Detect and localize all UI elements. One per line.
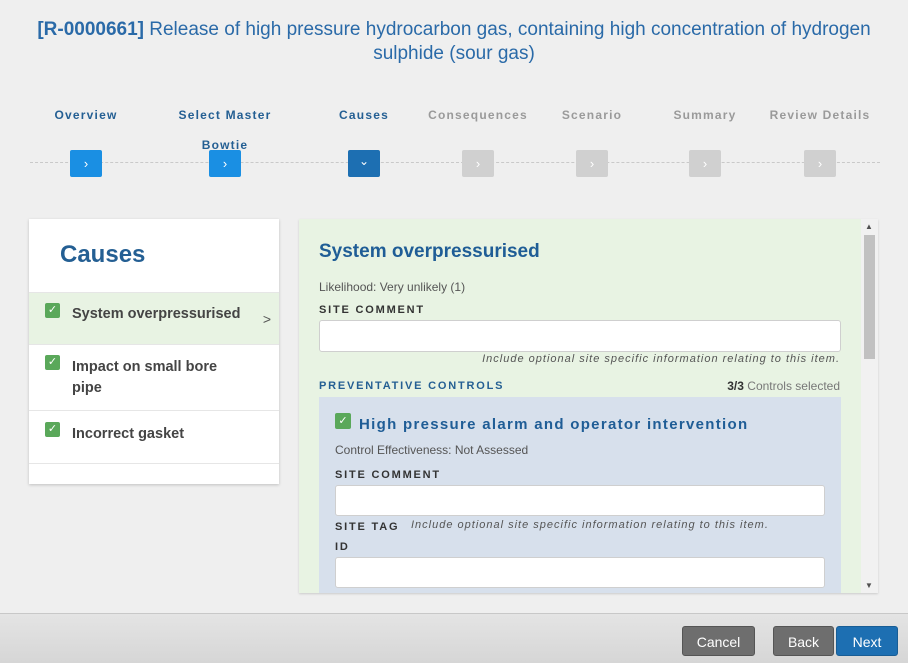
step-overview[interactable]: Overview › xyxy=(16,100,156,177)
cause-item-incorrect-gasket[interactable]: ✓ Incorrect gasket xyxy=(29,410,279,464)
controls-selected-text: Controls selected xyxy=(747,379,840,393)
site-tag-id-input[interactable] xyxy=(335,557,825,588)
step-review-details: Review Details › xyxy=(750,100,890,177)
wizard-steps: Overview › Select Master Bowtie › Causes ⌄ Con… xyxy=(0,100,908,190)
cause-label: Incorrect gasket xyxy=(72,426,185,442)
cause-label: System overpressurised xyxy=(72,306,241,322)
control-card: ✓ High pressure alarm and operator inter… xyxy=(319,397,841,593)
control-site-comment-label: SITE COMMENT xyxy=(335,469,441,481)
cause-item-impact-on-small-bore-pipe[interactable]: ✓ Impact on small bore pipe xyxy=(29,344,279,411)
control-effectiveness: Control Effectiveness: Not Assessed xyxy=(335,443,529,457)
step-select-master-bowtie[interactable]: Select Master Bowtie › xyxy=(155,100,295,177)
record-id: [R-0000661] xyxy=(37,19,144,40)
likelihood-text: Likelihood: Very unlikely (1) xyxy=(319,280,466,294)
chevron-right-icon[interactable]: › xyxy=(70,150,102,177)
steps-connector xyxy=(30,162,880,163)
footer-bar: Cancel Back Next xyxy=(0,613,908,663)
chevron-down-icon[interactable]: ⌄ xyxy=(348,150,380,177)
controls-selected-number: 3/3 xyxy=(727,379,744,393)
site-tag-label: SITE TAG xyxy=(335,521,400,533)
site-comment-label: SITE COMMENT xyxy=(319,304,425,316)
scroll-thumb[interactable] xyxy=(864,235,875,359)
chevron-right-icon: › xyxy=(576,150,608,177)
cause-item-system-overpressurised[interactable]: ✓ System overpressurised > xyxy=(29,292,279,344)
cause-detail-panel: System overpressurised Likelihood: Very … xyxy=(299,219,878,593)
checkbox-checked-icon[interactable]: ✓ xyxy=(45,303,60,318)
site-comment-hint: Include optional site specific informati… xyxy=(482,353,840,365)
chevron-right-icon[interactable]: › xyxy=(209,150,241,177)
cause-detail-title: System overpressurised xyxy=(319,241,540,262)
scroll-up-icon[interactable]: ▲ xyxy=(865,222,873,231)
step-label: Overview xyxy=(54,108,118,122)
chevron-right-icon: › xyxy=(462,150,494,177)
record-title: Release of high pressure hydrocarbon gas… xyxy=(149,19,871,64)
scroll-down-icon[interactable]: ▼ xyxy=(865,581,873,590)
cause-label: Impact on small bore pipe xyxy=(72,359,218,396)
checkbox-checked-icon[interactable]: ✓ xyxy=(335,413,351,429)
control-site-comment-input[interactable] xyxy=(335,485,825,516)
chevron-right-icon: > xyxy=(262,311,271,327)
step-label: Review Details xyxy=(769,108,871,122)
checkbox-checked-icon[interactable]: ✓ xyxy=(45,355,60,370)
control-title: High pressure alarm and operator interve… xyxy=(359,416,749,433)
site-comment-input[interactable] xyxy=(319,320,841,352)
id-label: ID xyxy=(335,541,350,553)
preventative-controls-label: PREVENTATIVE CONTROLS xyxy=(319,380,505,392)
step-label: Select Master Bowtie xyxy=(178,108,272,152)
causes-panel: Causes ✓ System overpressurised > ✓ Impa… xyxy=(29,219,279,484)
chevron-right-icon: › xyxy=(689,150,721,177)
back-button[interactable]: Back xyxy=(773,626,834,656)
page-title: [R-0000661] Release of high pressure hyd… xyxy=(20,18,888,66)
checkbox-checked-icon[interactable]: ✓ xyxy=(45,422,60,437)
detail-scrollbar[interactable]: ▲ ▼ xyxy=(861,219,878,593)
control-site-comment-hint: Include optional site specific informati… xyxy=(411,519,769,531)
next-button[interactable]: Next xyxy=(836,626,898,656)
cancel-button[interactable]: Cancel xyxy=(682,626,755,656)
controls-selected-count: 3/3 Controls selected xyxy=(727,379,840,393)
chevron-right-icon: › xyxy=(804,150,836,177)
causes-title: Causes xyxy=(60,241,146,268)
